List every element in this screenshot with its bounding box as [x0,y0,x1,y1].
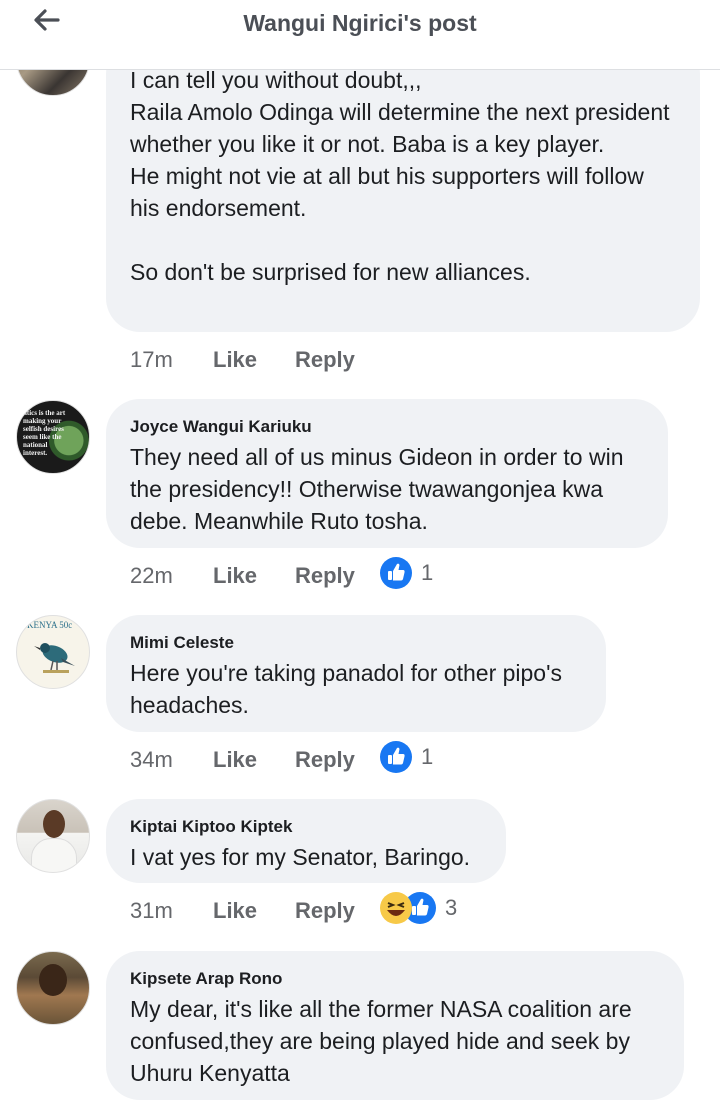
post-header: Wangui Ngirici's post [0,0,720,70]
like-button[interactable]: Like [213,747,295,773]
comment-bubble: Mimi Celeste Here you're taking panadol … [106,615,606,732]
like-button[interactable]: Like [213,347,295,373]
like-thumb-icon [380,741,412,773]
comment-actions: 17m Like Reply [130,344,379,376]
comment-bubble: I can tell you without doubt,,, Raila Am… [106,40,700,332]
comment-text: Here you're taking panadol for other pip… [130,660,569,718]
comment-bubble: Kiptai Kiptoo Kiptek I vat yes for my Se… [106,799,506,883]
comment-bubble: Joyce Wangui Kariuku They need all of us… [106,399,668,548]
reaction-count: 1 [421,560,434,585]
comment-author[interactable]: Kiptai Kiptoo Kiptek [130,817,482,837]
comment-actions: 34m Like Reply 1 [130,741,433,776]
commenter-avatar[interactable]: KENYA 50c [16,615,90,689]
comment-time: 22m [130,563,173,588]
comment-author[interactable]: Kipsete Arap Rono [130,969,660,989]
reply-button[interactable]: Reply [295,898,379,924]
reaction-count: 1 [421,744,434,769]
comment-time: 31m [130,898,173,923]
reply-button[interactable]: Reply [295,563,379,589]
commenter-avatar[interactable] [16,951,90,1025]
comment-time: 17m [130,347,173,372]
reply-button[interactable]: Reply [295,747,379,773]
reaction-count: 3 [445,895,458,920]
avatar-quote-text: litics is the art making your selfish de… [23,409,66,457]
reaction-summary[interactable]: 1 [379,556,433,590]
page-title: Wangui Ngirici's post [243,10,477,36]
commenter-avatar[interactable] [16,799,90,873]
comment-author[interactable]: Joyce Wangui Kariuku [130,417,644,437]
haha-emoji-icon [380,892,412,924]
comment-actions: 31m Like Reply 3 [130,892,457,927]
reaction-summary[interactable]: 1 [379,740,433,774]
comment-text: They need all of us minus Gideon in orde… [130,444,630,534]
avatar-face [39,964,67,996]
avatar-body [31,838,77,872]
comment-actions: 22m Like Reply 1 [130,557,433,592]
comment-text: I vat yes for my Senator, Baringo. [130,844,471,870]
comment-bubble: Kipsete Arap Rono My dear, it's like all… [106,951,684,1100]
comment-text: I can tell you without doubt,,, Raila Am… [130,67,670,285]
commenter-avatar[interactable]: litics is the art making your selfish de… [16,400,90,474]
avatar-face [43,810,65,838]
comment-text: My dear, it's like all the former NASA c… [130,996,639,1086]
like-button[interactable]: Like [213,898,295,924]
bird-stamp-icon [34,643,75,673]
like-button[interactable]: Like [213,563,295,589]
reply-button[interactable]: Reply [295,347,379,373]
reaction-summary[interactable]: 3 [379,891,457,925]
comment-author[interactable]: Mimi Celeste [130,633,582,653]
comment-time: 34m [130,747,173,772]
like-thumb-icon [380,557,412,589]
